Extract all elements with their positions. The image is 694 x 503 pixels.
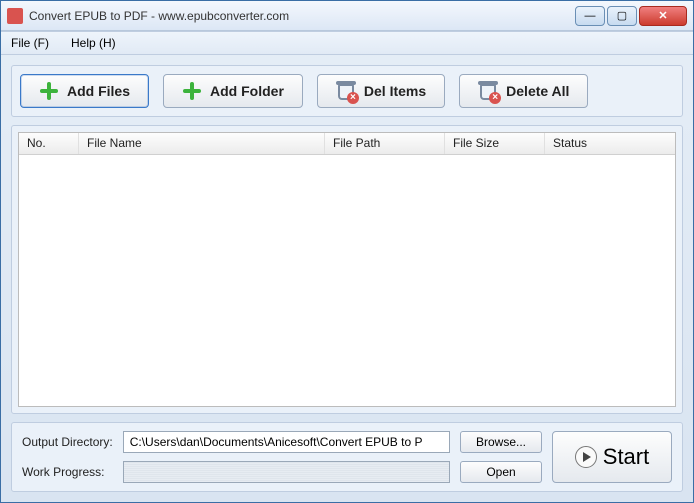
add-folder-button[interactable]: Add Folder (163, 74, 303, 108)
table-body (19, 155, 675, 406)
delete-all-button[interactable]: × Delete All (459, 74, 588, 108)
add-files-label: Add Files (67, 83, 130, 99)
menu-help[interactable]: Help (H) (65, 34, 122, 52)
menubar: File (F) Help (H) (1, 31, 693, 55)
menu-file[interactable]: File (F) (5, 34, 55, 52)
file-table: No. File Name File Path File Size Status (18, 132, 676, 407)
col-no[interactable]: No. (19, 133, 79, 154)
start-label: Start (603, 444, 649, 470)
output-dir-label: Output Directory: (22, 435, 113, 449)
play-icon (575, 446, 597, 468)
add-folder-label: Add Folder (210, 83, 284, 99)
file-list-panel: No. File Name File Path File Size Status (11, 125, 683, 414)
del-items-button[interactable]: × Del Items (317, 74, 445, 108)
bottom-panel: Output Directory: Browse... Work Progres… (11, 422, 683, 492)
titlebar: Convert EPUB to PDF - www.epubconverter.… (1, 1, 693, 31)
add-files-button[interactable]: Add Files (20, 74, 149, 108)
plus-icon (39, 81, 59, 101)
maximize-button[interactable]: ▢ (607, 6, 637, 26)
col-file-size[interactable]: File Size (445, 133, 545, 154)
browse-button[interactable]: Browse... (460, 431, 542, 453)
col-file-name[interactable]: File Name (79, 133, 325, 154)
col-file-path[interactable]: File Path (325, 133, 445, 154)
close-button[interactable]: ✕ (639, 6, 687, 26)
delete-all-label: Delete All (506, 83, 569, 99)
work-progress-label: Work Progress: (22, 465, 113, 479)
plus-icon (182, 81, 202, 101)
minimize-button[interactable]: — (575, 6, 605, 26)
progress-bar (123, 461, 450, 483)
start-button[interactable]: Start (552, 431, 672, 483)
trash-icon: × (478, 81, 498, 101)
del-items-label: Del Items (364, 83, 426, 99)
table-header: No. File Name File Path File Size Status (19, 133, 675, 155)
window-title: Convert EPUB to PDF - www.epubconverter.… (29, 9, 575, 23)
bottom-left: Output Directory: Browse... Work Progres… (22, 431, 542, 483)
output-dir-input[interactable] (123, 431, 450, 453)
window-controls: — ▢ ✕ (575, 6, 687, 26)
app-icon (7, 8, 23, 24)
trash-icon: × (336, 81, 356, 101)
open-button[interactable]: Open (460, 461, 542, 483)
col-status[interactable]: Status (545, 133, 675, 154)
app-window: Convert EPUB to PDF - www.epubconverter.… (0, 0, 694, 503)
toolbar: Add Files Add Folder × Del Items × Delet… (11, 65, 683, 117)
content-area: Add Files Add Folder × Del Items × Delet… (1, 55, 693, 502)
